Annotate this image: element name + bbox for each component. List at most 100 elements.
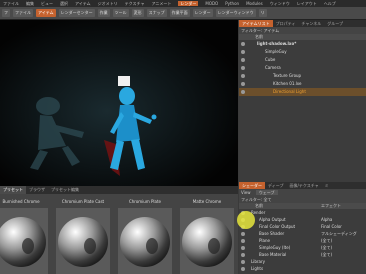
eye-icon[interactable] <box>241 82 245 86</box>
preset-tab[interactable]: ブラウザ <box>26 186 48 194</box>
shader-row[interactable]: Plane (全て) <box>239 237 366 244</box>
tab-item[interactable]: グループ <box>324 20 346 27</box>
toolbar-button[interactable]: 作業 <box>97 9 110 17</box>
shader-row[interactable]: Alpha Output Alpha <box>239 216 366 223</box>
shader-row[interactable]: Lights <box>239 265 366 272</box>
shader-row[interactable]: Base Material (全て) <box>239 251 366 258</box>
item-row[interactable]: Camera <box>239 64 366 72</box>
shader-row[interactable]: Library <box>239 258 366 265</box>
eye-icon[interactable] <box>241 246 245 250</box>
eye-icon[interactable] <box>241 42 245 46</box>
toolbar-button[interactable]: リ <box>258 9 267 17</box>
toolbar-button[interactable]: ツール <box>112 9 129 17</box>
preset-name: Chromium Plate <box>128 199 162 204</box>
shader-tree-panel: シェーダー ディープ 画像/テクスチャミ View ウェーブ フィルター: 全て 名… <box>239 182 366 274</box>
view-dropdown[interactable]: ウェーブ <box>255 190 278 195</box>
3d-viewport[interactable] <box>0 20 238 186</box>
menu-item[interactable]: MODO <box>205 1 218 6</box>
shader-effect: Final Color <box>321 224 342 229</box>
toolbar-button[interactable]: レンダーウィンドウ <box>215 9 256 17</box>
eye-icon[interactable] <box>241 260 245 264</box>
shader-row[interactable]: SimpleGuy (Ite) (全て) <box>239 244 366 251</box>
shader-row[interactable]: Base Shader フルシェーディング <box>239 230 366 237</box>
menu-item[interactable]: 選択 <box>60 1 68 6</box>
menu-item[interactable]: アニメート <box>151 1 171 6</box>
shader-label: Plane <box>259 238 270 243</box>
eye-icon[interactable] <box>241 50 245 54</box>
eye-icon[interactable] <box>241 90 245 94</box>
shader-label: Final Color Output <box>259 224 296 229</box>
shader-tab[interactable]: 画像/テクスチャ <box>286 182 321 189</box>
eye-icon[interactable] <box>241 239 245 243</box>
col-name: 名前 <box>255 203 263 208</box>
toolbar-button[interactable]: スナップ <box>146 9 167 17</box>
menu-bar: ファイル 編集 ビュー 選択 アイテム ジオメトリ テクスチャ アニメート レンダー MODO Py… <box>0 0 366 7</box>
item-row[interactable]: SimpleGuy <box>239 48 366 56</box>
preset-tab[interactable]: プリセット編集 <box>48 186 82 194</box>
menu-item[interactable]: ウィンドウ <box>270 1 290 6</box>
toolbar-button[interactable]: レンダーセンター <box>58 9 95 17</box>
shader-tab[interactable]: シェーダー <box>239 182 265 189</box>
toolbar-button[interactable]: 変形 <box>131 9 144 17</box>
menu-item[interactable]: Python <box>225 1 239 6</box>
shader-row[interactable]: Final Color Output Final Color <box>239 223 366 230</box>
menu-item[interactable]: ジオメトリ <box>98 1 118 6</box>
item-filter[interactable]: フィルター: アイテム <box>239 27 366 34</box>
menu-item[interactable]: Modules <box>246 1 263 6</box>
cursor-highlight <box>237 211 255 229</box>
toolbar-button[interactable]: ファイル <box>13 9 33 17</box>
eye-icon[interactable] <box>241 253 245 257</box>
eye-icon[interactable] <box>241 66 245 70</box>
menu-item[interactable]: テクスチャ <box>125 1 145 6</box>
tab-item[interactable]: アイテムリスト <box>239 20 273 27</box>
toolbar: フファイル アイテム レンダーセンター 作業 ツール 変形 スナップ 作業平面 レンダー レンダー… <box>0 7 366 20</box>
tab-item[interactable]: チャンネル <box>298 20 324 27</box>
menu-item[interactable]: アイテム <box>75 1 91 6</box>
preset-name: Matte Chrome <box>192 199 222 204</box>
shader-label: Base Shader <box>259 231 285 236</box>
item-row[interactable]: light-shadow.lxo* <box>239 40 366 48</box>
chrome-sphere-thumbnail <box>118 208 172 274</box>
menu-item[interactable]: レイアウト <box>297 1 317 6</box>
item-list-panel: アイテムリスト プロパティ チャンネル グループ フィルター: アイテム 名前 lig… <box>239 20 366 182</box>
view-label: View <box>241 190 251 195</box>
item-label: Directional Light <box>273 89 306 94</box>
menu-item[interactable]: 編集 <box>26 1 34 6</box>
toolbar-button[interactable]: フ <box>2 9 10 17</box>
shader-effect: フルシェーディング <box>321 231 357 236</box>
tab-item[interactable]: プロパティ <box>273 20 299 27</box>
item-row[interactable]: Kitchen 01.lxe <box>239 80 366 88</box>
menu-item[interactable]: レンダー <box>178 1 199 6</box>
toolbar-button[interactable]: 作業平面 <box>169 9 190 17</box>
item-row[interactable]: Texture Group <box>239 72 366 80</box>
preset-tile[interactable]: Chromium Plate Cast <box>54 199 112 274</box>
shader-tab[interactable]: ディープ <box>265 182 286 189</box>
preset-browser: Burnished Chrome Chromium Plate Cast Chrom… <box>0 194 238 274</box>
preset-tile[interactable]: Matte Chrome <box>178 199 236 274</box>
menu-item[interactable]: ファイル <box>3 1 19 6</box>
item-label: Kitchen 01.lxe <box>273 81 302 86</box>
toolbar-button[interactable]: アイテム <box>36 9 56 17</box>
menu-item[interactable]: ヘルプ <box>324 1 336 6</box>
shader-effect: (全て) <box>321 245 333 250</box>
eye-icon[interactable] <box>241 58 245 62</box>
item-label: light-shadow.lxo* <box>257 41 297 46</box>
preset-tile[interactable]: Chromium Plate <box>116 199 174 274</box>
item-row[interactable]: Directional Light <box>239 88 366 96</box>
shader-filter[interactable]: フィルター: 全て <box>239 196 366 203</box>
eye-icon[interactable] <box>241 267 245 271</box>
toolbar-button[interactable]: レンダー <box>192 9 213 17</box>
shader-label: Alpha Output <box>259 217 286 222</box>
menu-item[interactable]: ビュー <box>41 1 53 6</box>
eye-icon[interactable] <box>241 74 245 78</box>
preset-tab[interactable]: プリセット <box>0 186 26 194</box>
shader-row[interactable]: Render <box>239 209 366 216</box>
shader-tab[interactable]: ミ <box>322 182 332 189</box>
eye-icon[interactable] <box>241 232 245 236</box>
preset-tile[interactable]: Burnished Chrome <box>0 199 50 274</box>
shader-label: Lights <box>251 266 264 271</box>
item-label: Texture Group <box>273 73 302 78</box>
shader-label: Base Material <box>259 252 287 257</box>
item-row[interactable]: Cube <box>239 56 366 64</box>
item-label: Camera <box>265 65 281 70</box>
